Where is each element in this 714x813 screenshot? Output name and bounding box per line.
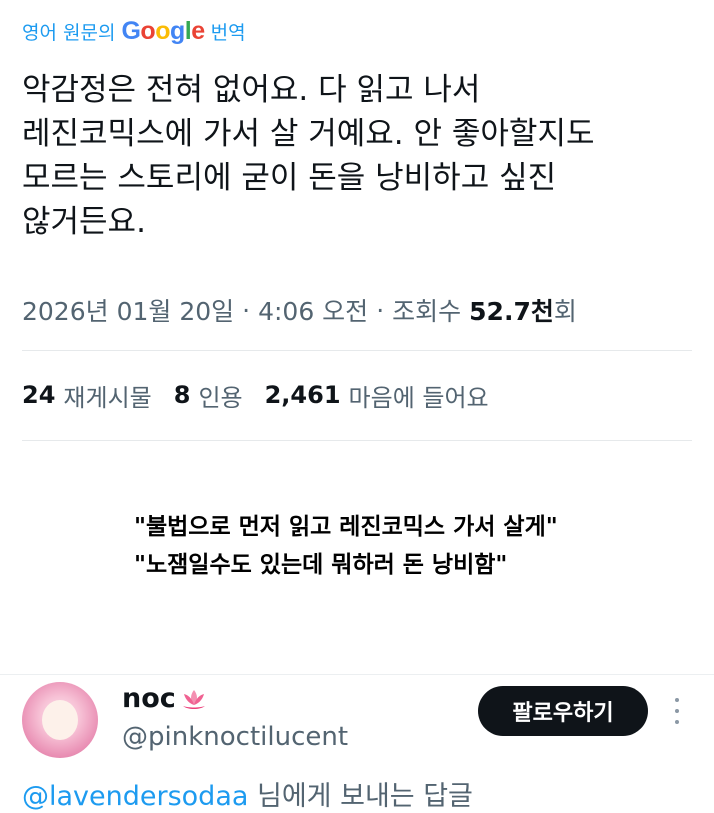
mention-link[interactable]: @lavendersodaa bbox=[22, 781, 248, 812]
meta-separator: · bbox=[242, 295, 251, 325]
reply-user-name[interactable]: noc bbox=[122, 683, 208, 714]
tweet-stats: 24 재게시물 8 인용 2,461 마음에 들어요 bbox=[22, 374, 511, 416]
tweet-time[interactable]: 4:06 오전 bbox=[258, 292, 368, 328]
views-label: 조회수 bbox=[392, 297, 462, 326]
tweet-text: 악감정은 전혀 없어요. 다 읽고 나서 레진코믹스에 가서 살 거예요. 안 … bbox=[22, 72, 595, 240]
google-logo: Google bbox=[121, 16, 205, 46]
tweet-date[interactable]: 2026년 01월 20일 bbox=[22, 292, 234, 328]
reply-separator bbox=[0, 674, 714, 675]
reply-suffix: 님에게 보내는 답글 bbox=[248, 781, 473, 812]
divider-2 bbox=[22, 440, 692, 441]
reposts-label[interactable]: 재게시물 bbox=[63, 378, 151, 413]
more-vertical-icon[interactable] bbox=[672, 698, 682, 724]
user-display-name: noc bbox=[122, 683, 176, 714]
reposts-count[interactable]: 24 bbox=[22, 381, 55, 409]
translation-prefix: 영어 원문의 bbox=[22, 21, 116, 44]
google-logo-letter: g bbox=[169, 16, 185, 45]
google-logo-letter: o bbox=[155, 16, 170, 45]
views-suffix: 회 bbox=[553, 297, 577, 326]
views-count: 52.7천 bbox=[469, 297, 554, 326]
caption-line-2: "노잼일수도 있는데 뭐하러 돈 낭비함" bbox=[134, 552, 508, 578]
quotes-count[interactable]: 8 bbox=[174, 381, 191, 409]
translation-attribution[interactable]: 영어 원문의 Google 번역 bbox=[22, 14, 246, 48]
google-logo-letter: G bbox=[121, 16, 141, 45]
caption-overlay: "불법으로 먼저 읽고 레진코믹스 가서 살게" "노잼일수도 있는데 뭐하러 … bbox=[134, 508, 558, 584]
divider bbox=[22, 350, 692, 351]
likes-count[interactable]: 2,461 bbox=[265, 381, 341, 409]
caption-line-1: "불법으로 먼저 읽고 레진코믹스 가서 살게" bbox=[134, 514, 558, 540]
avatar[interactable] bbox=[22, 682, 98, 758]
follow-button[interactable]: 팔로우하기 bbox=[478, 686, 648, 736]
user-handle[interactable]: @pinknoctilucent bbox=[122, 722, 348, 752]
translation-suffix: 번역 bbox=[210, 21, 246, 44]
lotus-icon bbox=[182, 689, 205, 709]
likes-label[interactable]: 마음에 들어요 bbox=[349, 378, 489, 413]
google-logo-letter: e bbox=[191, 16, 205, 45]
replying-to: @lavendersodaa 님에게 보내는 답글 bbox=[22, 774, 473, 813]
quotes-label[interactable]: 인용 bbox=[198, 378, 242, 413]
tweet-meta: 2026년 01월 20일 · 4:06 오전 · 조회수 52.7천 회 bbox=[22, 290, 577, 330]
meta-separator-2: · bbox=[376, 295, 385, 325]
google-logo-letter: o bbox=[140, 16, 156, 45]
